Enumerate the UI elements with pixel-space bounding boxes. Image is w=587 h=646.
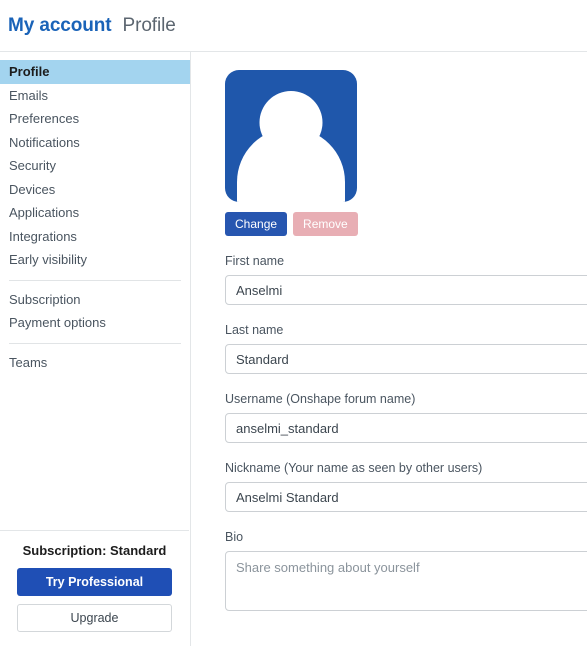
first-name-field-group: First name: [225, 254, 587, 305]
bio-textarea[interactable]: [225, 551, 587, 611]
sidebar-item-label: Teams: [9, 354, 48, 370]
avatar-shoulders-shape: [237, 128, 345, 202]
last-name-label: Last name: [225, 323, 284, 337]
page-header: My account Profile: [0, 0, 587, 52]
subscription-status-label: Subscription: Standard: [22, 543, 167, 558]
sidebar-nav: Profile Emails Preferences Notifications…: [0, 52, 190, 374]
sidebar-item-label: Security: [9, 158, 56, 174]
remove-avatar-button[interactable]: Remove: [293, 212, 358, 236]
sidebar-item-label: Early visibility: [9, 252, 88, 268]
upgrade-button[interactable]: Upgrade: [17, 604, 172, 632]
sidebar-item-label: Notifications: [9, 134, 80, 150]
first-name-label: First name: [225, 254, 285, 268]
user-avatar-icon: [225, 70, 357, 202]
sidebar-item-label: Devices: [9, 181, 56, 197]
bio-field-group: Bio: [225, 530, 587, 616]
sidebar-item-preferences[interactable]: Preferences: [0, 107, 190, 131]
sidebar-item-profile[interactable]: Profile: [0, 60, 190, 84]
try-professional-button[interactable]: Try Professional: [17, 568, 172, 596]
sidebar-item-security[interactable]: Security: [0, 154, 190, 178]
avatar-actions: Change Remove: [225, 212, 587, 236]
page-title: My account: [8, 14, 112, 36]
page-body: Profile Emails Preferences Notifications…: [0, 52, 587, 646]
sidebar-item-label: Profile: [9, 64, 50, 80]
nickname-input[interactable]: [225, 482, 587, 512]
sidebar-item-label: Integrations: [9, 228, 77, 244]
subscription-footer: Subscription: Standard Try Professional …: [0, 530, 189, 646]
sidebar-divider: [9, 279, 181, 281]
sidebar-item-label: Applications: [9, 205, 80, 221]
profile-form: Change Remove First name Last name Usern…: [191, 52, 587, 646]
first-name-input[interactable]: [225, 275, 587, 305]
username-field-group: Username (Onshape forum name): [225, 392, 587, 443]
sidebar-item-label: Payment options: [9, 315, 106, 331]
sidebar-item-subscription[interactable]: Subscription: [0, 288, 190, 312]
sidebar: Profile Emails Preferences Notifications…: [0, 52, 191, 646]
sidebar-item-devices[interactable]: Devices: [0, 178, 190, 202]
sidebar-item-emails[interactable]: Emails: [0, 84, 190, 108]
nickname-field-group: Nickname (Your name as seen by other use…: [225, 461, 587, 512]
change-avatar-button[interactable]: Change: [225, 212, 288, 236]
bio-label: Bio: [225, 530, 244, 544]
sidebar-divider: [9, 342, 181, 344]
sidebar-item-applications[interactable]: Applications: [0, 201, 190, 225]
nickname-label: Nickname (Your name as seen by other use…: [225, 461, 483, 475]
sidebar-item-payment-options[interactable]: Payment options: [0, 311, 190, 335]
last-name-field-group: Last name: [225, 323, 587, 374]
username-input[interactable]: [225, 413, 587, 443]
breadcrumb-current-page: Profile: [122, 14, 176, 36]
username-label: Username (Onshape forum name): [225, 392, 416, 406]
sidebar-item-early-visibility[interactable]: Early visibility: [0, 248, 190, 272]
sidebar-item-integrations[interactable]: Integrations: [0, 225, 190, 249]
sidebar-item-label: Preferences: [9, 111, 80, 127]
last-name-input[interactable]: [225, 344, 587, 374]
sidebar-item-notifications[interactable]: Notifications: [0, 131, 190, 155]
sidebar-item-label: Emails: [9, 87, 49, 103]
sidebar-item-teams[interactable]: Teams: [0, 351, 190, 375]
sidebar-item-label: Subscription: [9, 291, 81, 307]
